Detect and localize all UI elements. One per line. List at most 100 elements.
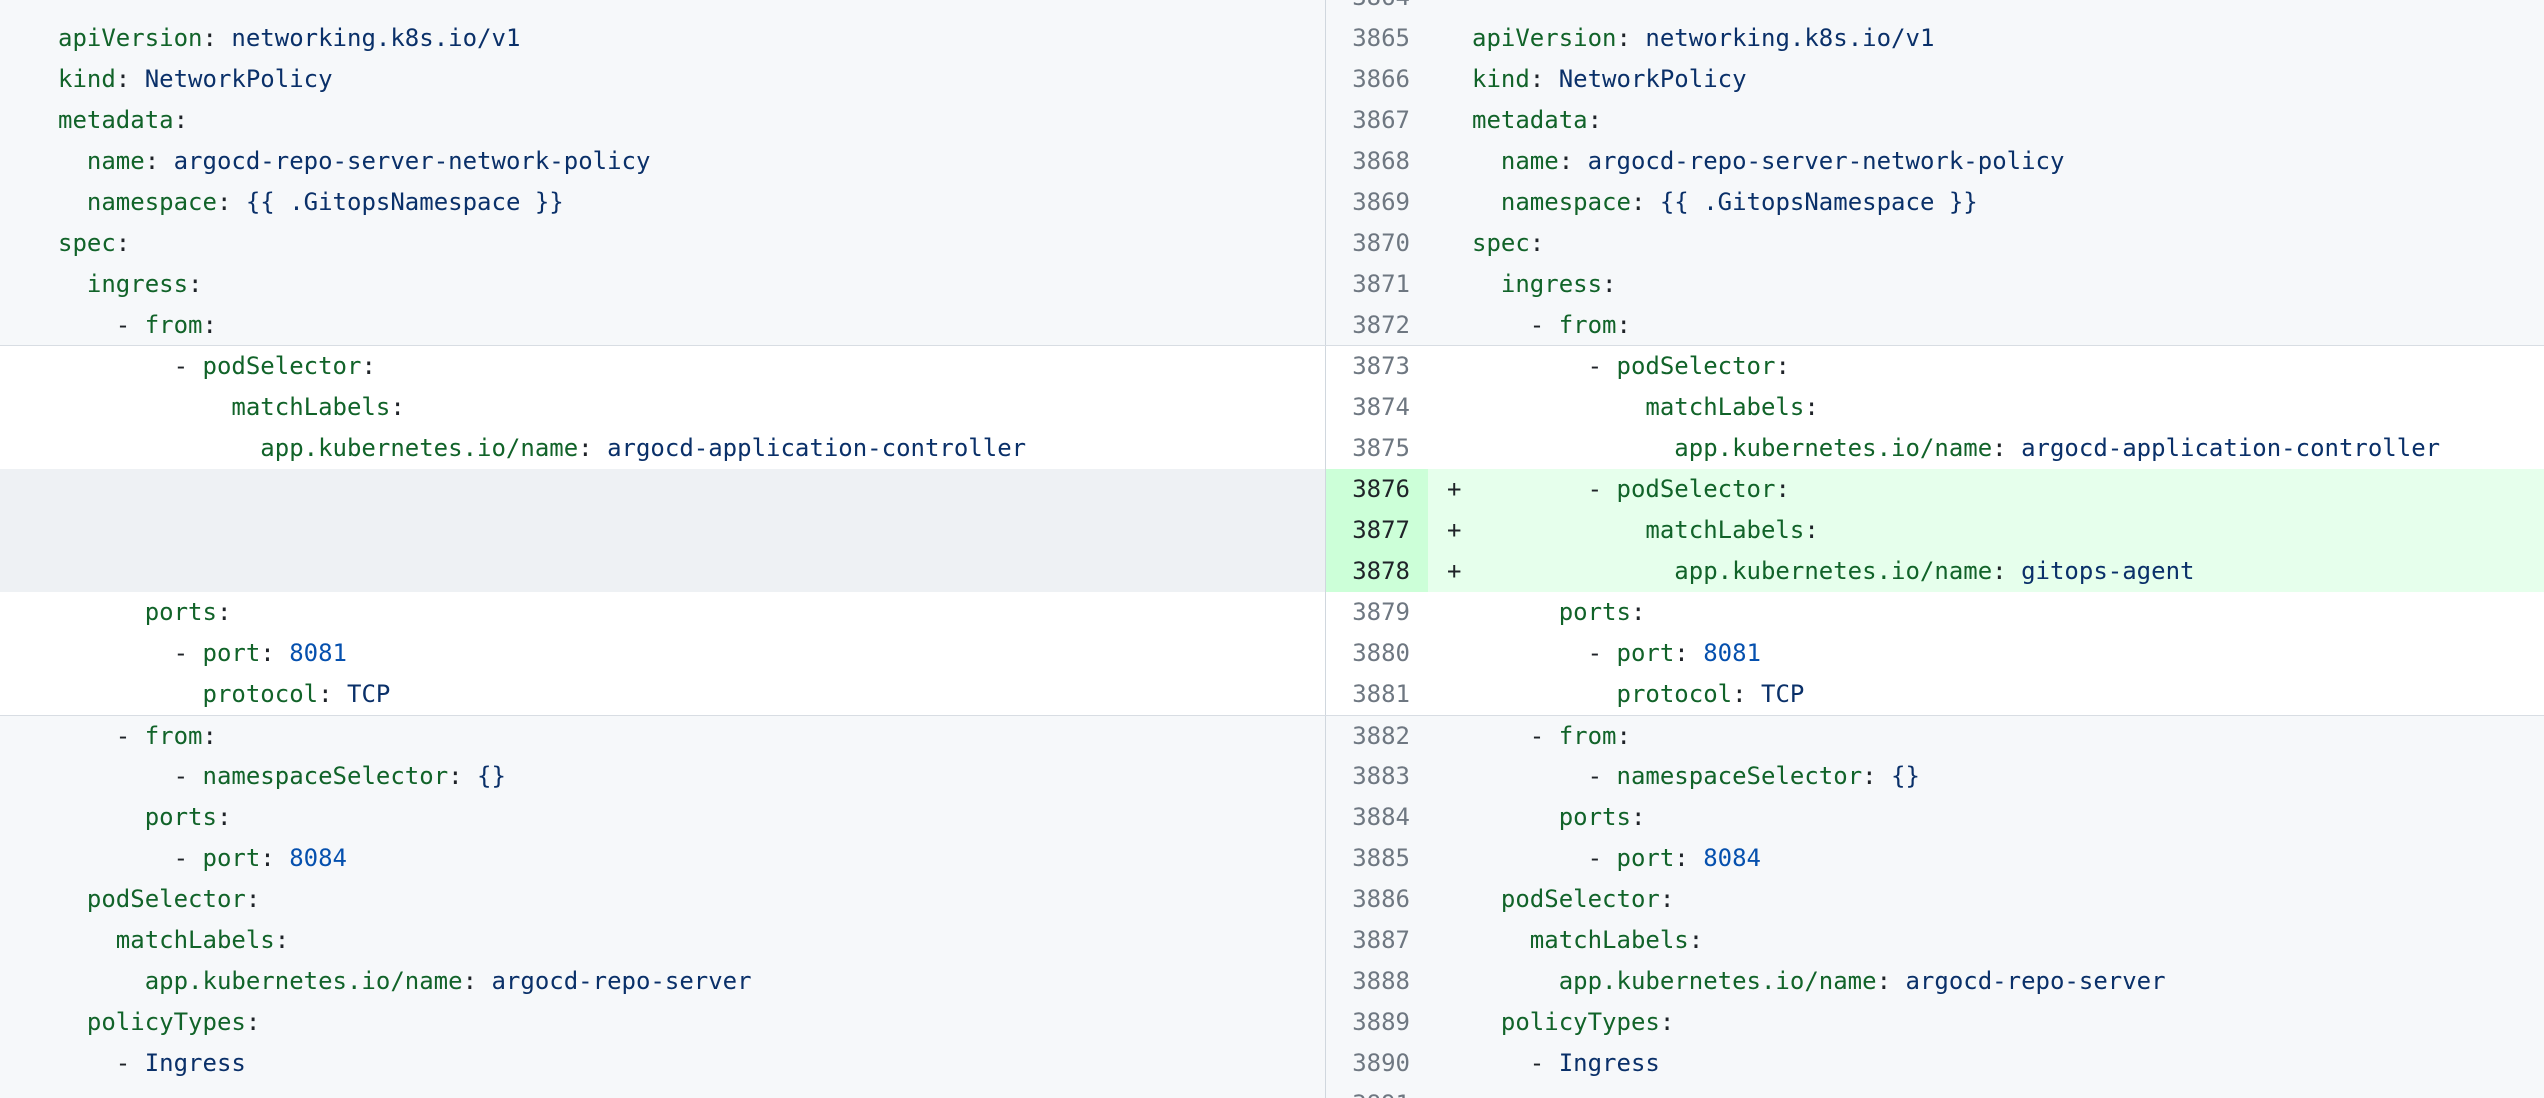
code-token: : <box>275 926 289 954</box>
code-token: --- <box>1472 1090 1515 1098</box>
code-token: matchLabels <box>1472 926 1689 954</box>
new-code-row: 3869 namespace: {{ .GitopsNamespace }} <box>1325 182 2544 223</box>
code-token: TCP <box>347 680 390 708</box>
code-token: - <box>1472 844 1617 872</box>
new-code-cell: matchLabels: <box>1472 387 2544 428</box>
diff-sign <box>1428 387 1472 428</box>
new-code-cell: --- <box>1472 0 2544 18</box>
diff-row: ingress:3871 ingress: <box>0 264 2544 305</box>
diff-sign <box>1428 592 1472 633</box>
new-code-row: 3871 ingress: <box>1325 264 2544 305</box>
line-number[interactable]: 3891 <box>1326 1084 1428 1098</box>
line-number[interactable]: 3877 <box>1326 510 1428 551</box>
line-number[interactable]: 3883 <box>1326 756 1428 797</box>
code-token: : <box>1992 434 2021 462</box>
line-number[interactable]: 3871 <box>1326 264 1428 305</box>
new-code-cell: --- <box>1472 1084 2544 1098</box>
new-code-row: 3875 app.kubernetes.io/name: argocd-appl… <box>1325 428 2544 469</box>
line-number[interactable]: 3874 <box>1326 387 1428 428</box>
line-number[interactable]: 3870 <box>1326 223 1428 264</box>
new-code-cell: policyTypes: <box>1472 1002 2544 1043</box>
new-code-cell: ports: <box>1472 797 2544 838</box>
code-token: : <box>1617 311 1631 339</box>
diff-row: matchLabels:3874 matchLabels: <box>0 387 2544 428</box>
line-number[interactable]: 3887 <box>1326 920 1428 961</box>
line-number[interactable]: 3882 <box>1326 716 1428 756</box>
diff-sign <box>1428 674 1472 715</box>
line-number[interactable]: 3890 <box>1326 1043 1428 1084</box>
line-number[interactable]: 3889 <box>1326 1002 1428 1043</box>
code-token: gitops-agent <box>2021 557 2194 585</box>
code-token: {{ .GitopsNamespace }} <box>246 188 564 216</box>
line-number[interactable]: 3872 <box>1326 305 1428 345</box>
code-token: namespace <box>58 188 217 216</box>
code-token: : <box>203 24 232 52</box>
new-code-cell: - Ingress <box>1472 1043 2544 1084</box>
code-token: - <box>1472 311 1559 339</box>
line-number[interactable]: 3868 <box>1326 141 1428 182</box>
line-number[interactable]: 3865 <box>1326 18 1428 59</box>
line-number[interactable]: 3864 <box>1326 0 1428 18</box>
old-code-cell: - port: 8084 <box>0 838 1325 879</box>
line-number[interactable]: 3885 <box>1326 838 1428 879</box>
line-number[interactable]: 3876 <box>1326 469 1428 510</box>
old-code-cell: metadata: <box>0 100 1325 141</box>
new-code-row: 3866kind: NetworkPolicy <box>1325 59 2544 100</box>
line-number[interactable]: 3879 <box>1326 592 1428 633</box>
line-number[interactable]: 3878 <box>1326 551 1428 592</box>
code-token: : <box>1862 762 1891 790</box>
diff-sign <box>1428 223 1472 264</box>
diff-sign <box>1428 838 1472 879</box>
code-token: apiVersion <box>1472 24 1617 52</box>
code-token: protocol <box>58 680 318 708</box>
line-number[interactable]: 3869 <box>1326 182 1428 223</box>
code-token: : <box>1689 926 1703 954</box>
line-number[interactable]: 3881 <box>1326 674 1428 715</box>
code-token: : <box>1775 475 1789 503</box>
code-token: : <box>1559 147 1588 175</box>
code-token: namespaceSelector <box>1617 762 1863 790</box>
new-code-row: 3876+ - podSelector: <box>1325 469 2544 510</box>
new-code-cell: matchLabels: <box>1472 920 2544 961</box>
diff-sign <box>1428 756 1472 797</box>
diff-sign <box>1428 428 1472 469</box>
diff-sign <box>1428 100 1472 141</box>
code-token: argocd-repo-server <box>491 967 751 995</box>
code-token: networking.k8s.io/v1 <box>1645 24 1934 52</box>
line-number[interactable]: 3884 <box>1326 797 1428 838</box>
code-token: - <box>58 844 203 872</box>
line-number[interactable]: 3866 <box>1326 59 1428 100</box>
line-number[interactable]: 3873 <box>1326 346 1428 387</box>
old-code-cell: namespace: {{ .GitopsNamespace }} <box>0 182 1325 223</box>
code-token: spec <box>1472 229 1530 257</box>
code-token: argocd-repo-server <box>1905 967 2165 995</box>
new-code-row: 3887 matchLabels: <box>1325 920 2544 961</box>
old-code-cell: --- <box>0 0 1325 18</box>
code-token: : <box>188 270 202 298</box>
line-number[interactable]: 3886 <box>1326 879 1428 920</box>
diff-sign <box>1428 961 1472 1002</box>
line-number[interactable]: 3880 <box>1326 633 1428 674</box>
code-token: : <box>1631 803 1645 831</box>
code-token: from <box>1559 311 1617 339</box>
code-token: : <box>1877 967 1906 995</box>
line-number[interactable]: 3875 <box>1326 428 1428 469</box>
line-number[interactable]: 3867 <box>1326 100 1428 141</box>
code-token: metadata <box>58 106 174 134</box>
code-token: : <box>217 803 231 831</box>
new-code-cell: app.kubernetes.io/name: argocd-repo-serv… <box>1472 961 2544 1002</box>
code-token: port <box>1617 844 1675 872</box>
new-code-cell: metadata: <box>1472 100 2544 141</box>
code-token: app.kubernetes.io/name <box>1472 557 1992 585</box>
code-token: : <box>217 188 246 216</box>
code-token: networking.k8s.io/v1 <box>231 24 520 52</box>
code-token: port <box>203 639 261 667</box>
line-number[interactable]: 3888 <box>1326 961 1428 1002</box>
diff-sign <box>1428 59 1472 100</box>
new-code-row: 3865apiVersion: networking.k8s.io/v1 <box>1325 18 2544 59</box>
diff-sign <box>1428 633 1472 674</box>
code-token: : <box>1588 106 1602 134</box>
new-code-row: 3874 matchLabels: <box>1325 387 2544 428</box>
code-token: app.kubernetes.io/name <box>58 967 463 995</box>
code-token: from <box>145 722 203 750</box>
